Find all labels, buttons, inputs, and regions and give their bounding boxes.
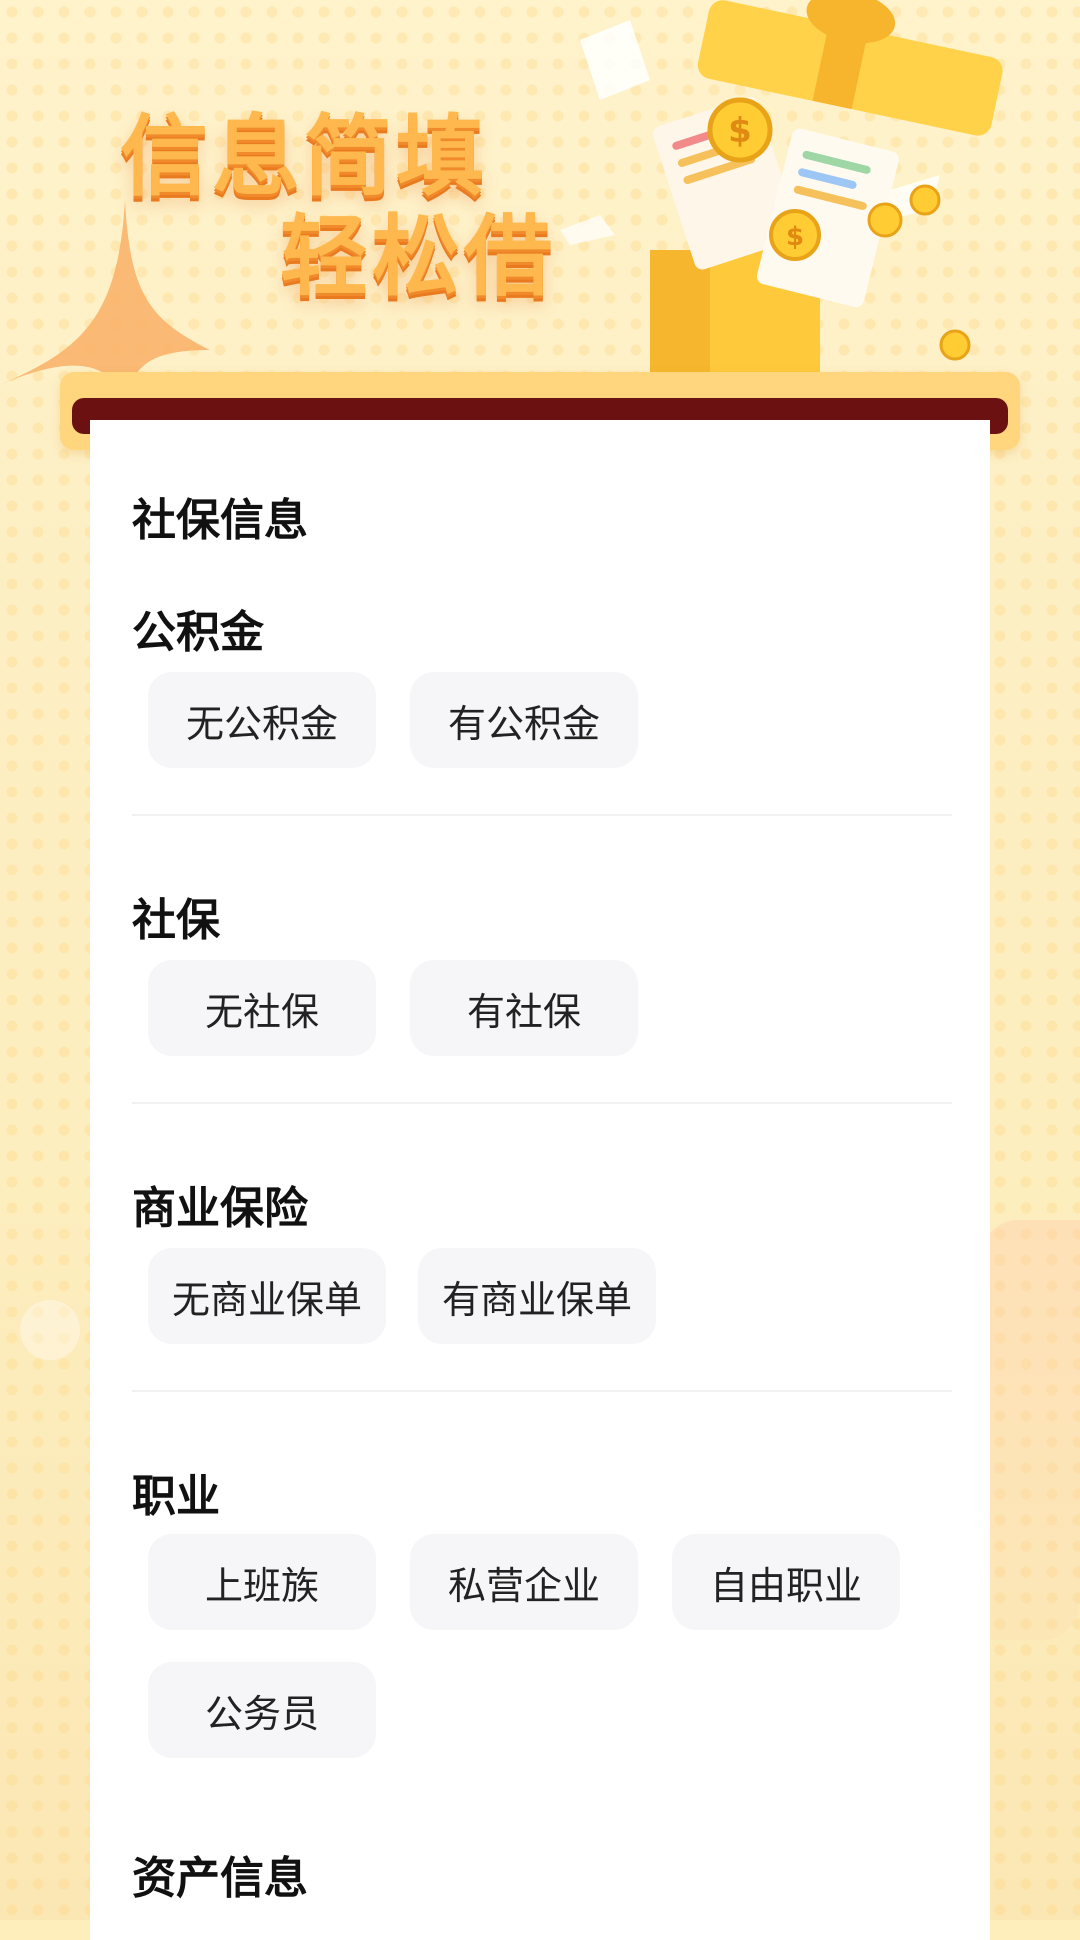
option-no-social-insurance[interactable]: 无社保 (148, 960, 376, 1056)
group-label-provident-fund: 公积金 (132, 607, 264, 658)
background-bubble (20, 1300, 80, 1360)
info-form-card: 社保信息 公积金 无公积金 有公积金 社保 无社保 有社保 商业保险 无商业保单… (90, 420, 990, 1940)
section-title-social: 社保信息 (132, 495, 308, 546)
divider (132, 1102, 952, 1104)
hero-banner: 信息简填 轻松借 $ $ (0, 0, 1080, 410)
headline-line-2: 轻松借 (280, 205, 557, 308)
group-label-occupation: 职业 (132, 1471, 220, 1522)
svg-text:$: $ (786, 222, 804, 252)
option-civil-servant[interactable]: 公务员 (148, 1662, 376, 1758)
option-no-provident-fund[interactable]: 无公积金 (148, 672, 376, 768)
option-private-business[interactable]: 私营企业 (410, 1534, 638, 1630)
divider (132, 814, 952, 816)
option-office-worker[interactable]: 上班族 (148, 1534, 376, 1630)
option-has-social-insurance[interactable]: 有社保 (410, 960, 638, 1056)
section-title-assets: 资产信息 (132, 1853, 308, 1904)
svg-text:$: $ (728, 111, 752, 151)
divider (132, 1390, 952, 1392)
group-label-social-insurance: 社保 (132, 895, 220, 946)
option-has-provident-fund[interactable]: 有公积金 (410, 672, 638, 768)
group-label-commercial-insurance: 商业保险 (132, 1183, 308, 1234)
option-no-commercial-policy[interactable]: 无商业保单 (148, 1248, 386, 1344)
option-has-commercial-policy[interactable]: 有商业保单 (418, 1248, 656, 1344)
option-freelancer[interactable]: 自由职业 (672, 1534, 900, 1630)
gift-box-illustration: $ $ (560, 0, 1003, 380)
